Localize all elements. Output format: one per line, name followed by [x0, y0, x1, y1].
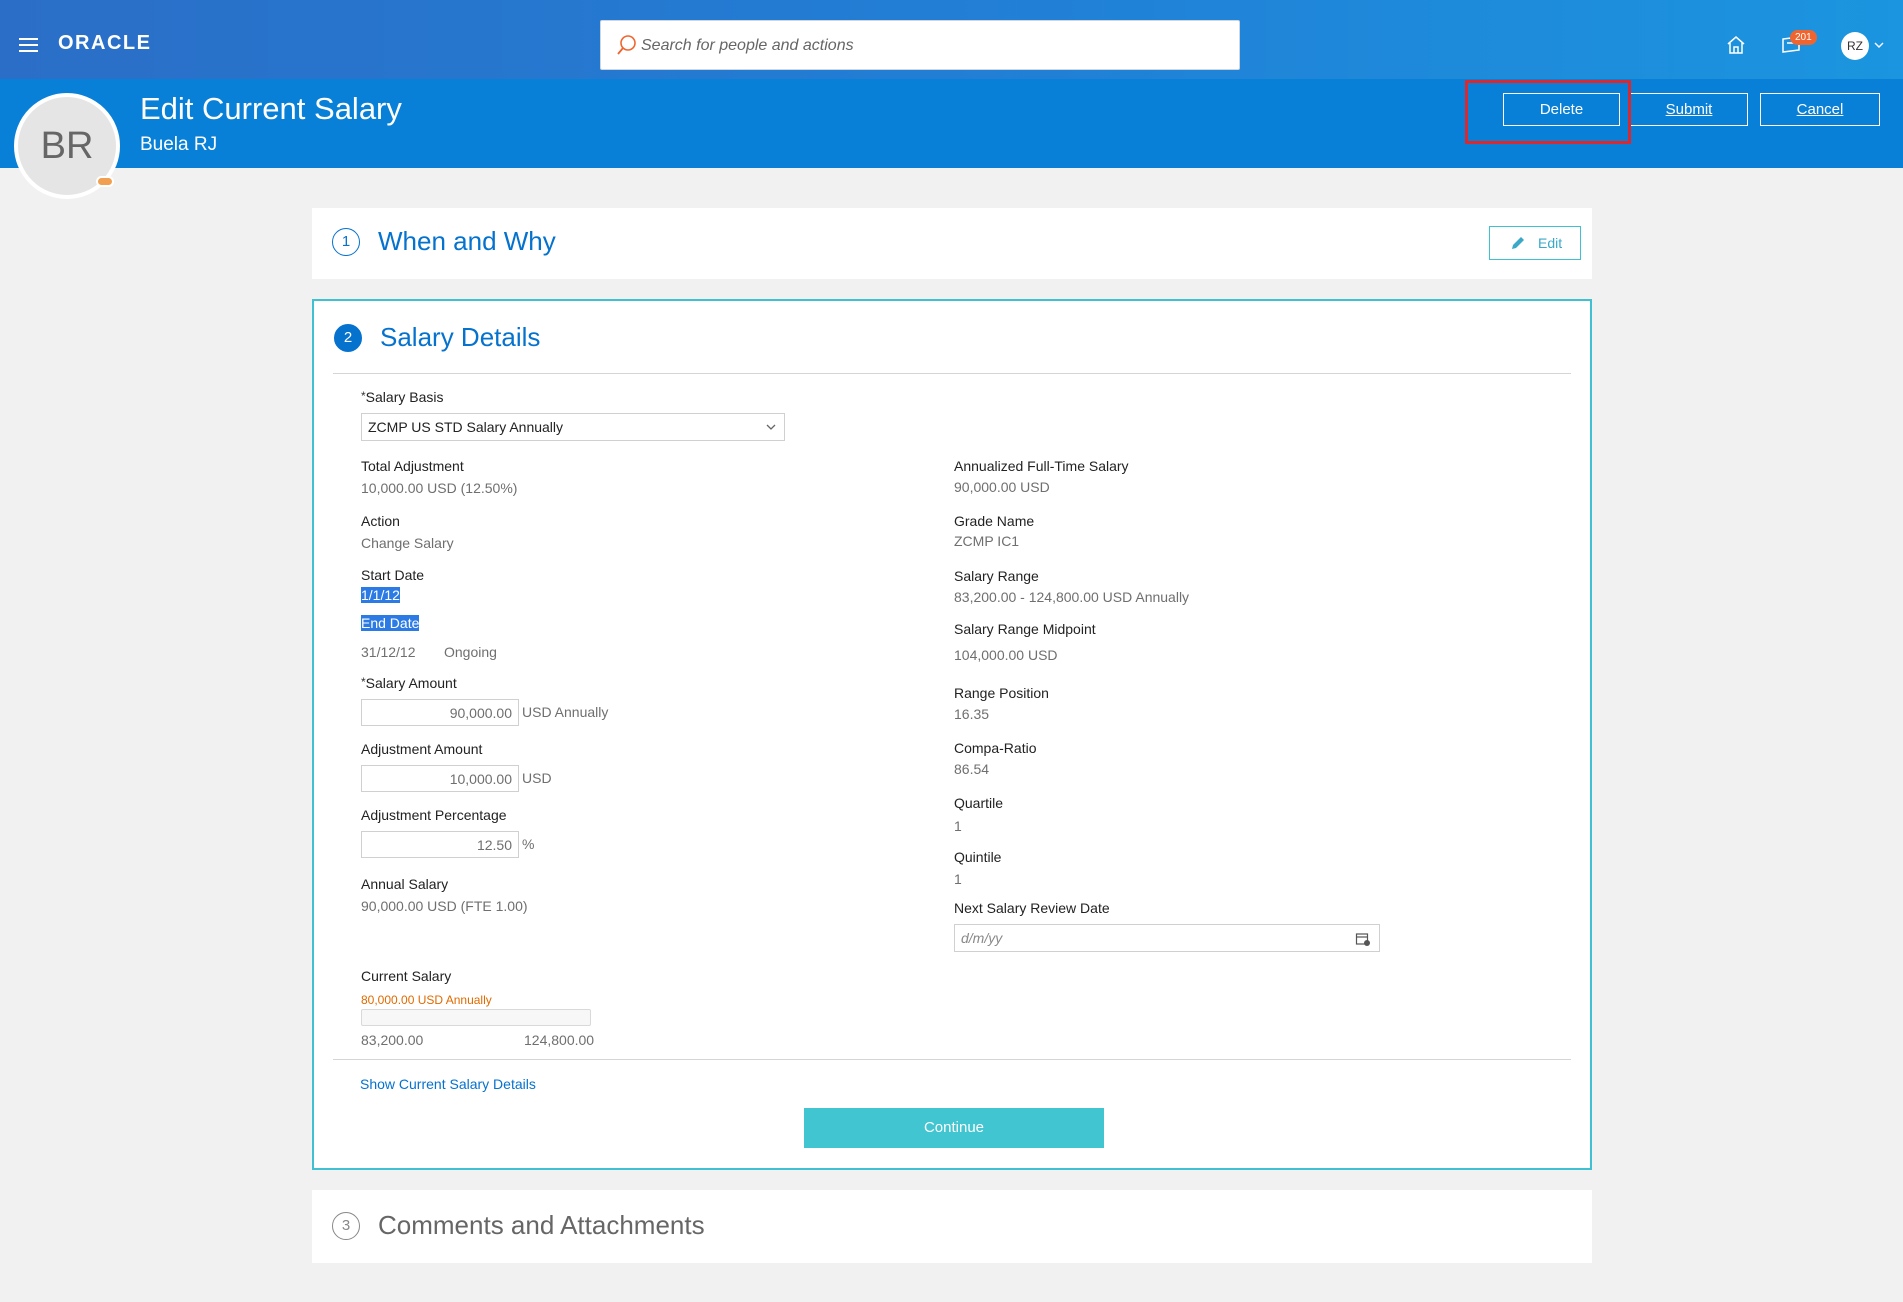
step-2-indicator: 2	[334, 324, 362, 352]
pencil-icon	[1512, 237, 1524, 249]
salary-range-label: Salary Range	[954, 568, 1039, 584]
salary-basis-value: ZCMP US STD Salary Annually	[368, 419, 564, 435]
salary-amount-label: *Salary Amount	[361, 675, 457, 691]
show-current-salary-details-link[interactable]: Show Current Salary Details	[360, 1076, 536, 1092]
annual-salary-label: Annual Salary	[361, 876, 449, 892]
end-date-value: 31/12/12	[361, 644, 416, 660]
quartile-value: 1	[954, 818, 962, 834]
section-divider	[333, 1059, 1571, 1060]
annual-salary-value: 90,000.00 USD (FTE 1.00)	[361, 898, 528, 914]
end-date-label: End Date	[361, 615, 420, 631]
section-divider	[333, 373, 1571, 374]
adjustment-percentage-unit: %	[522, 836, 535, 852]
menu-icon[interactable]	[19, 38, 38, 52]
adjustment-percentage-label: Adjustment Percentage	[361, 807, 507, 823]
quintile-value: 1	[954, 871, 962, 887]
salary-amount-unit: USD Annually	[522, 704, 609, 720]
notification-count-badge: 201	[1790, 30, 1817, 45]
search-input[interactable]: Search for people and actions	[600, 20, 1240, 70]
annualized-salary-value: 90,000.00 USD	[954, 479, 1050, 495]
range-position-label: Range Position	[954, 685, 1049, 701]
edit-button-label: Edit	[1538, 235, 1563, 251]
range-position-value: 16.35	[954, 706, 990, 722]
person-name: Buela RJ	[140, 134, 218, 155]
delete-highlight-box	[1465, 80, 1631, 144]
total-adjustment-label: Total Adjustment	[361, 458, 464, 474]
oracle-logo[interactable]: ORACLE	[58, 32, 151, 55]
quintile-label: Quintile	[954, 849, 1002, 865]
chevron-down-icon[interactable]	[1874, 40, 1884, 50]
page-title: Edit Current Salary	[140, 91, 402, 126]
adjustment-amount-label: Adjustment Amount	[361, 741, 483, 757]
start-date-label: Start Date	[361, 567, 425, 583]
top-bar: ORACLE Search for people and actions 201…	[0, 0, 1903, 79]
adjustment-amount-unit: USD	[522, 770, 552, 786]
step-1-indicator: 1	[332, 228, 360, 256]
salary-range-bar	[361, 1009, 591, 1026]
total-adjustment-value: 10,000.00 USD (12.50%)	[361, 480, 518, 496]
action-value: Change Salary	[361, 535, 454, 551]
chevron-down-icon	[766, 424, 776, 430]
next-salary-review-date-input[interactable]: d/m/yy	[954, 924, 1380, 952]
salary-basis-label: *Salary Basis	[361, 389, 444, 405]
grade-name-label: Grade Name	[954, 513, 1035, 529]
end-date-status: Ongoing	[444, 644, 497, 660]
salary-range-value: 83,200.00 - 124,800.00 USD Annually	[954, 589, 1190, 605]
salary-basis-select[interactable]: ZCMP US STD Salary Annually	[361, 413, 785, 441]
home-icon[interactable]	[1725, 34, 1747, 56]
date-placeholder: d/m/yy	[961, 930, 1003, 946]
next-salary-review-label: Next Salary Review Date	[954, 900, 1110, 916]
current-salary-label: Current Salary	[361, 968, 452, 984]
compa-ratio-value: 86.54	[954, 761, 990, 777]
salary-range-midpoint-label: Salary Range Midpoint	[954, 621, 1096, 637]
comments-and-attachments-section: 3 Comments and Attachments	[312, 1190, 1592, 1263]
action-label: Action	[361, 513, 400, 529]
user-avatar[interactable]: RZ	[1841, 32, 1869, 60]
salary-details-section: 2 Salary Details *Salary Basis ZCMP US S…	[312, 299, 1592, 1170]
annualized-salary-label: Annualized Full-Time Salary	[954, 458, 1129, 474]
quartile-label: Quartile	[954, 795, 1004, 811]
search-placeholder: Search for people and actions	[641, 37, 854, 54]
salary-range-midpoint-value: 104,000.00 USD	[954, 647, 1058, 663]
range-min-value: 83,200.00	[361, 1032, 424, 1048]
edit-button[interactable]: Edit	[1489, 226, 1581, 260]
grade-name-value: ZCMP IC1	[954, 533, 1020, 549]
presence-indicator	[96, 176, 114, 187]
salary-amount-input[interactable]: 90,000.00	[361, 699, 519, 726]
start-date-value: 1/1/12	[361, 587, 400, 603]
when-and-why-title[interactable]: When and Why	[378, 226, 556, 257]
cancel-button[interactable]: Cancel	[1760, 93, 1880, 126]
range-max-value: 124,800.00	[524, 1032, 595, 1048]
step-3-indicator: 3	[332, 1212, 360, 1240]
calendar-icon[interactable]	[1355, 931, 1371, 947]
comments-and-attachments-title[interactable]: Comments and Attachments	[378, 1210, 705, 1241]
submit-button[interactable]: Submit	[1630, 93, 1748, 126]
when-and-why-section: 1 When and Why Edit	[312, 208, 1592, 279]
continue-button[interactable]: Continue	[804, 1108, 1104, 1148]
search-icon	[617, 35, 636, 55]
compa-ratio-label: Compa-Ratio	[954, 740, 1037, 756]
adjustment-percentage-input[interactable]: 12.50	[361, 831, 519, 858]
current-salary-value: 80,000.00 USD Annually	[361, 993, 492, 1007]
salary-details-title: Salary Details	[380, 322, 541, 352]
adjustment-amount-input[interactable]: 10,000.00	[361, 765, 519, 792]
